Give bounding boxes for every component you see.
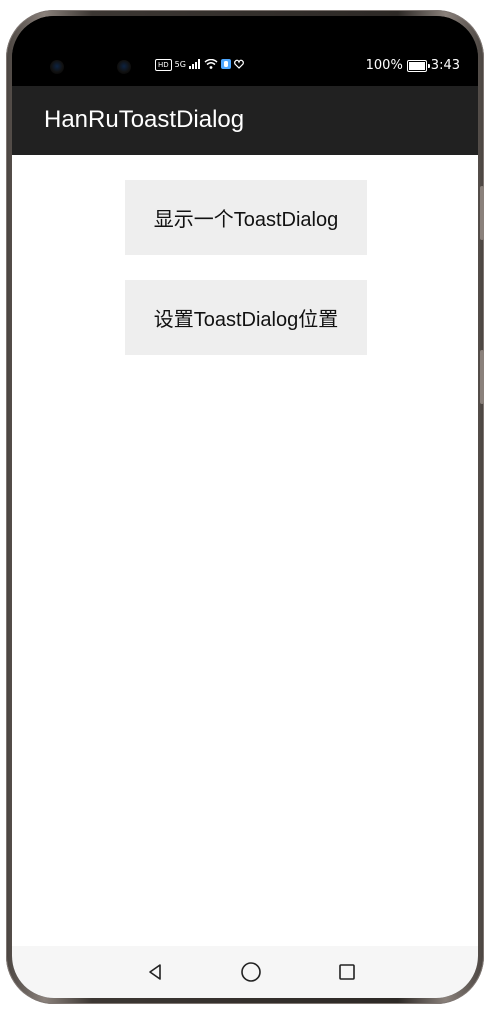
battery-icon <box>406 59 430 72</box>
signal-icon <box>188 59 201 71</box>
recent-apps-icon[interactable] <box>331 956 363 988</box>
network-label: 5G <box>174 60 186 69</box>
show-toast-dialog-button[interactable]: 显示一个ToastDialog <box>125 180 367 255</box>
status-bar: HD 5G 100% 3:43 <box>12 16 478 86</box>
time-label: 3:43 <box>430 58 460 73</box>
phone-frame: HD 5G 100% 3:43 HanRuToastDialog 显示一个Toa… <box>6 10 484 1004</box>
side-button-upper <box>480 186 484 240</box>
app-bar: HanRuToastDialog <box>12 86 478 155</box>
status-right: 100% 3:43 <box>366 59 460 72</box>
heart-icon <box>234 59 244 71</box>
set-toast-dialog-position-button[interactable]: 设置ToastDialog位置 <box>125 280 367 355</box>
side-button-lower <box>480 350 484 404</box>
battery-percent: 100% <box>365 58 403 73</box>
front-camera-left <box>50 60 64 74</box>
phone-screen: HD 5G 100% 3:43 HanRuToastDialog 显示一个Toa… <box>12 16 478 998</box>
wifi-icon <box>204 58 218 71</box>
hd-badge: HD <box>155 59 172 71</box>
main-content: 显示一个ToastDialog 设置ToastDialog位置 <box>12 155 478 946</box>
front-camera-right <box>117 60 131 74</box>
navigation-bar <box>12 946 478 998</box>
back-icon[interactable] <box>139 956 171 988</box>
app-title: HanRuToastDialog <box>44 106 245 133</box>
status-left: HD 5G <box>155 58 244 71</box>
shield-icon <box>220 59 231 71</box>
battery-fill <box>408 61 425 70</box>
home-icon[interactable] <box>235 956 267 988</box>
